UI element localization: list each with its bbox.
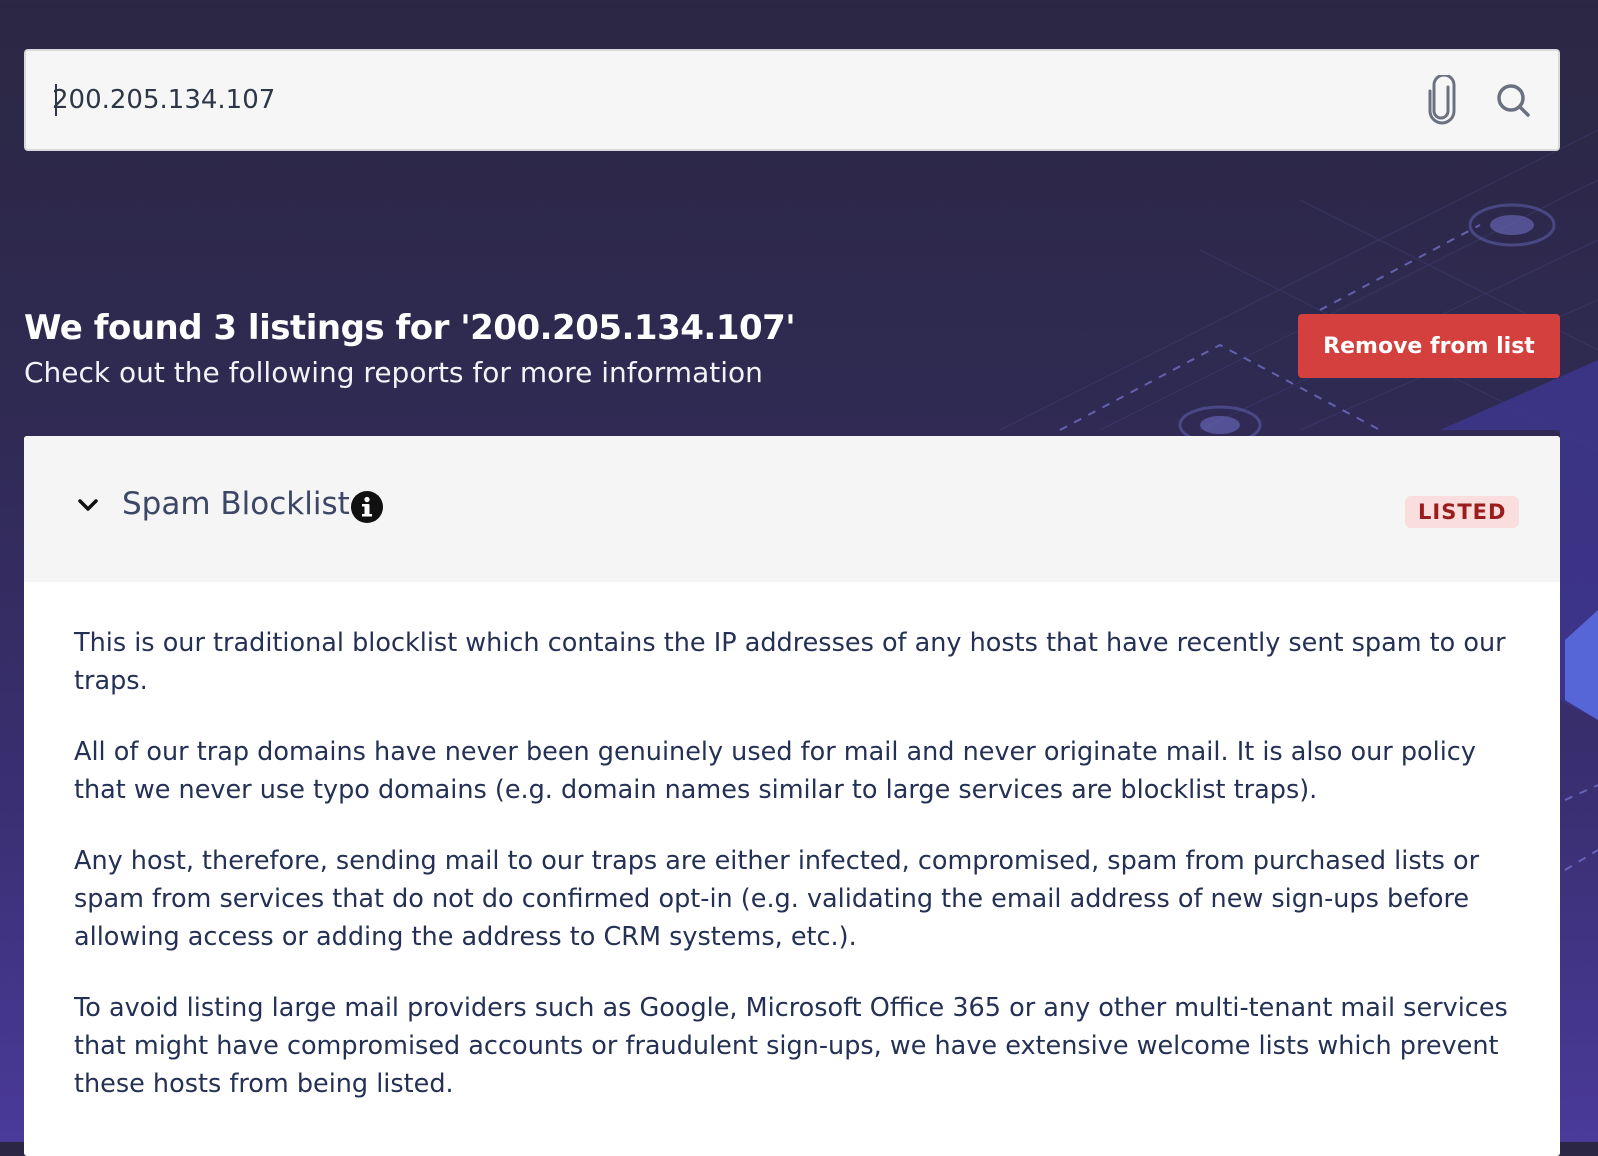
description-paragraph: This is our traditional blocklist which …: [74, 628, 1506, 696]
description-paragraph: All of our trap domains have never been …: [74, 737, 1476, 805]
listing-card-header[interactable]: Spam Blocklist LISTED: [24, 436, 1560, 582]
attach-button[interactable]: [1416, 73, 1470, 127]
info-icon[interactable]: [350, 490, 384, 524]
results-title: We found 3 listings for '200.205.134.107…: [24, 308, 796, 348]
status-badge: LISTED: [1405, 496, 1520, 528]
listing-description: This is our traditional blocklist which …: [24, 582, 1560, 1103]
search-bar: [24, 49, 1560, 151]
description-paragraph: To avoid listing large mail providers su…: [74, 993, 1508, 1099]
chevron-down-icon[interactable]: [74, 491, 102, 519]
search-button[interactable]: [1486, 73, 1540, 127]
search-icon: [1497, 84, 1530, 117]
remove-from-list-button[interactable]: Remove from list: [1298, 314, 1560, 378]
listing-card: Spam Blocklist LISTED This is our tradit…: [24, 436, 1560, 1156]
listing-title[interactable]: Spam Blocklist: [122, 486, 350, 522]
paperclip-icon: [1428, 75, 1456, 125]
results-subtitle: Check out the following reports for more…: [24, 356, 763, 389]
search-input[interactable]: [52, 51, 1372, 149]
description-paragraph: Any host, therefore, sending mail to our…: [74, 846, 1480, 952]
text-cursor: [55, 84, 57, 116]
